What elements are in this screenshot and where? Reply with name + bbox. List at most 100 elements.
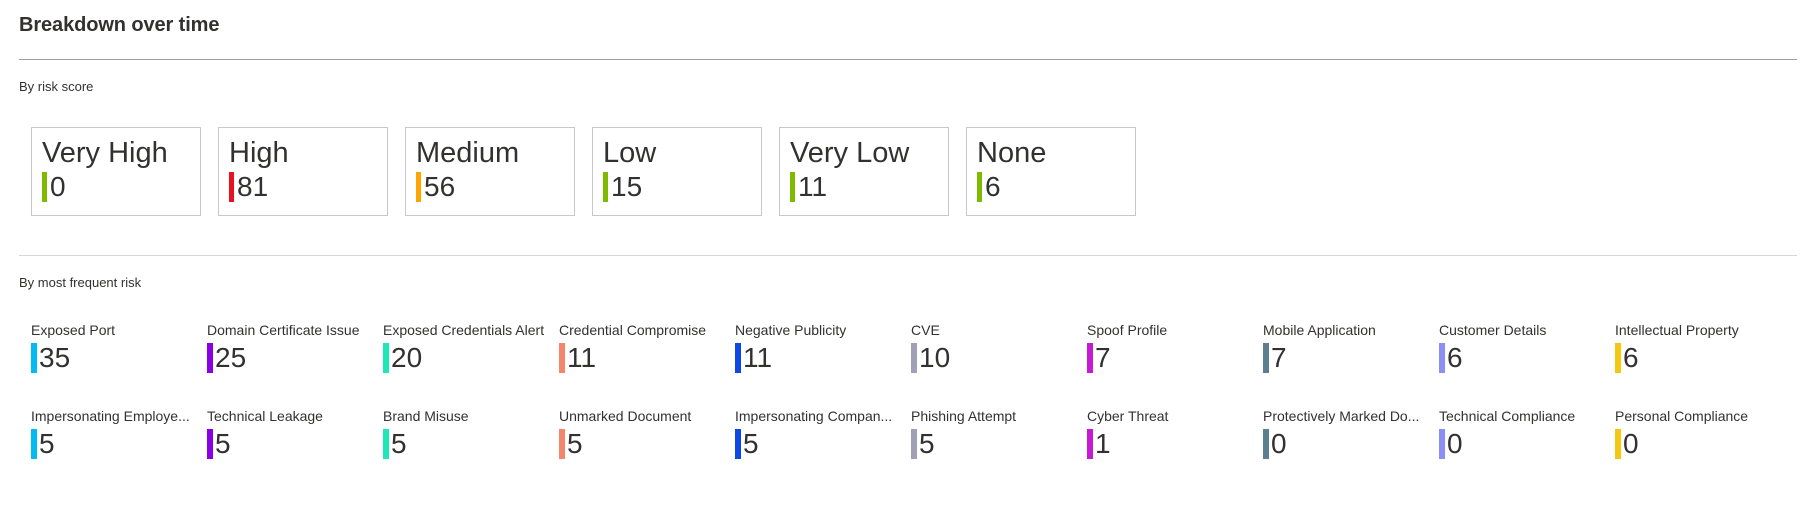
frequent-risk-item[interactable]: Protectively Marked Do... 0 <box>1263 407 1439 493</box>
frequent-risk-label: CVE <box>911 322 940 338</box>
frequent-risk-color-bar <box>911 429 917 459</box>
frequent-risk-color-bar <box>383 429 389 459</box>
frequent-risk-label: Spoof Profile <box>1087 322 1168 338</box>
risk-score-color-bar <box>790 172 795 202</box>
frequent-risk-color-bar <box>1615 429 1621 459</box>
risk-score-color-bar <box>229 172 234 202</box>
frequent-risk-item[interactable]: Phishing Attempt 5 <box>911 407 1087 493</box>
frequent-risk-color-bar <box>31 343 37 373</box>
frequent-risk-item[interactable]: Exposed Credentials Alert 20 <box>383 321 559 407</box>
risk-score-color-bar <box>42 172 47 202</box>
frequent-risk-label: Exposed Port <box>31 322 116 338</box>
risk-score-card-none[interactable]: None 6 <box>966 127 1136 216</box>
risk-score-card-label: Medium <box>416 137 520 169</box>
frequent-risk-value: 11 <box>743 342 773 373</box>
frequent-risk-label: Negative Publicity <box>735 322 847 338</box>
frequent-risk-value: 5 <box>919 428 935 459</box>
frequent-risk-label: Customer Details <box>1439 322 1547 338</box>
risk-score-card-value: 56 <box>424 171 456 202</box>
frequent-risk-value: 5 <box>567 428 583 459</box>
frequent-risk-item[interactable]: Domain Certificate Issue 25 <box>207 321 383 407</box>
frequent-risk-item[interactable]: Intellectual Property 6 <box>1615 321 1791 407</box>
frequent-risk-label: Unmarked Document <box>559 408 692 424</box>
frequent-risk-color-bar <box>559 343 565 373</box>
risk-score-color-bar <box>416 172 421 202</box>
frequent-risk-label: Mobile Application <box>1263 322 1376 338</box>
risk-score-card-value: 81 <box>237 171 269 202</box>
frequent-risk-item[interactable]: Customer Details 6 <box>1439 321 1615 407</box>
risk-score-card-value: 0 <box>50 171 66 202</box>
frequent-risk-color-bar <box>207 343 213 373</box>
frequent-risk-item[interactable]: Credential Compromise 11 <box>559 321 735 407</box>
frequent-risk-color-bar <box>735 343 741 373</box>
frequent-risk-label: Impersonating Employe... <box>31 408 190 424</box>
frequent-risk-color-bar <box>1087 343 1093 373</box>
risk-score-color-bar <box>977 172 982 202</box>
frequent-risk-color-bar <box>1439 343 1445 373</box>
page-title: Breakdown over time <box>19 14 220 36</box>
risk-score-card-label: Low <box>603 137 657 169</box>
frequent-risk-label: Technical Compliance <box>1439 408 1576 424</box>
frequent-risk-value: 5 <box>391 428 407 459</box>
risk-score-color-bar <box>603 172 608 202</box>
frequent-risk-item[interactable]: Technical Leakage 5 <box>207 407 383 493</box>
frequent-risk-color-bar <box>735 429 741 459</box>
frequent-risk-value: 6 <box>1623 342 1639 373</box>
frequent-risk-value: 11 <box>567 342 597 373</box>
frequent-risk-label: Cyber Threat <box>1087 408 1169 424</box>
frequent-risk-item[interactable]: Spoof Profile 7 <box>1087 321 1263 407</box>
frequent-risk-color-bar <box>1263 343 1269 373</box>
frequent-risk-color-bar <box>1087 429 1093 459</box>
frequent-risk-value: 7 <box>1095 342 1111 373</box>
frequent-risk-item[interactable]: Mobile Application 7 <box>1263 321 1439 407</box>
frequent-risk-value: 35 <box>39 342 71 373</box>
risk-score-card-value: 15 <box>611 171 643 202</box>
risk-score-card-medium[interactable]: Medium 56 <box>405 127 575 216</box>
frequent-risk-item[interactable]: Brand Misuse 5 <box>383 407 559 493</box>
frequent-risk-color-bar <box>1263 429 1269 459</box>
frequent-risk-label: Impersonating Compan... <box>735 408 893 424</box>
risk-score-card-low[interactable]: Low 15 <box>592 127 762 216</box>
frequent-risk-value: 20 <box>391 342 423 373</box>
frequent-risk-section-label: By most frequent risk <box>19 275 142 290</box>
frequent-risk-color-bar <box>31 429 37 459</box>
frequent-risk-value: 5 <box>215 428 231 459</box>
frequent-risk-item[interactable]: Impersonating Compan... 5 <box>735 407 911 493</box>
frequent-risk-item[interactable]: Technical Compliance 0 <box>1439 407 1615 493</box>
risk-score-card-high[interactable]: High 81 <box>218 127 388 216</box>
risk-score-card-label: High <box>229 137 289 169</box>
frequent-risk-label: Intellectual Property <box>1615 322 1739 338</box>
frequent-risk-item[interactable]: Cyber Threat 1 <box>1087 407 1263 493</box>
frequent-risk-value: 10 <box>919 342 951 373</box>
frequent-risk-item[interactable]: Unmarked Document 5 <box>559 407 735 493</box>
risk-score-card-very-low[interactable]: Very Low 11 <box>779 127 949 216</box>
frequent-risk-color-bar <box>911 343 917 373</box>
risk-score-cards: Very High 0 High 81 Medium 56 Low 15 Ver… <box>31 127 1136 216</box>
frequent-risk-label: Protectively Marked Do... <box>1263 408 1420 424</box>
risk-score-section-label: By risk score <box>19 79 94 94</box>
risk-score-card-label: Very Low <box>790 137 910 169</box>
frequent-risk-item[interactable]: Exposed Port 35 <box>31 321 207 407</box>
frequent-risk-value: 6 <box>1447 342 1463 373</box>
frequent-risk-label: Domain Certificate Issue <box>207 322 360 338</box>
frequent-risk-color-bar <box>1615 343 1621 373</box>
frequent-risk-item[interactable]: Impersonating Employe... 5 <box>31 407 207 493</box>
frequent-risk-item[interactable]: Personal Compliance 0 <box>1615 407 1791 493</box>
frequent-risk-color-bar <box>1439 429 1445 459</box>
frequent-risk-item[interactable]: Negative Publicity 11 <box>735 321 911 407</box>
frequent-risk-label: Technical Leakage <box>207 408 323 424</box>
frequent-risk-value: 0 <box>1271 428 1287 459</box>
frequent-risk-label: Credential Compromise <box>559 322 707 338</box>
frequent-risk-value: 5 <box>743 428 759 459</box>
frequent-risk-color-bar <box>559 429 565 459</box>
section-divider <box>19 255 1797 256</box>
risk-score-card-very-high[interactable]: Very High 0 <box>31 127 201 216</box>
frequent-risk-color-bar <box>207 429 213 459</box>
frequent-risk-item[interactable]: CVE 10 <box>911 321 1087 407</box>
frequent-risk-color-bar <box>383 343 389 373</box>
frequent-risk-value: 7 <box>1271 342 1287 373</box>
frequent-risk-label: Exposed Credentials Alert <box>383 322 545 338</box>
frequent-risk-label: Phishing Attempt <box>911 408 1017 424</box>
frequent-risk-label: Brand Misuse <box>383 408 469 424</box>
risk-score-card-value: 6 <box>985 171 1001 202</box>
